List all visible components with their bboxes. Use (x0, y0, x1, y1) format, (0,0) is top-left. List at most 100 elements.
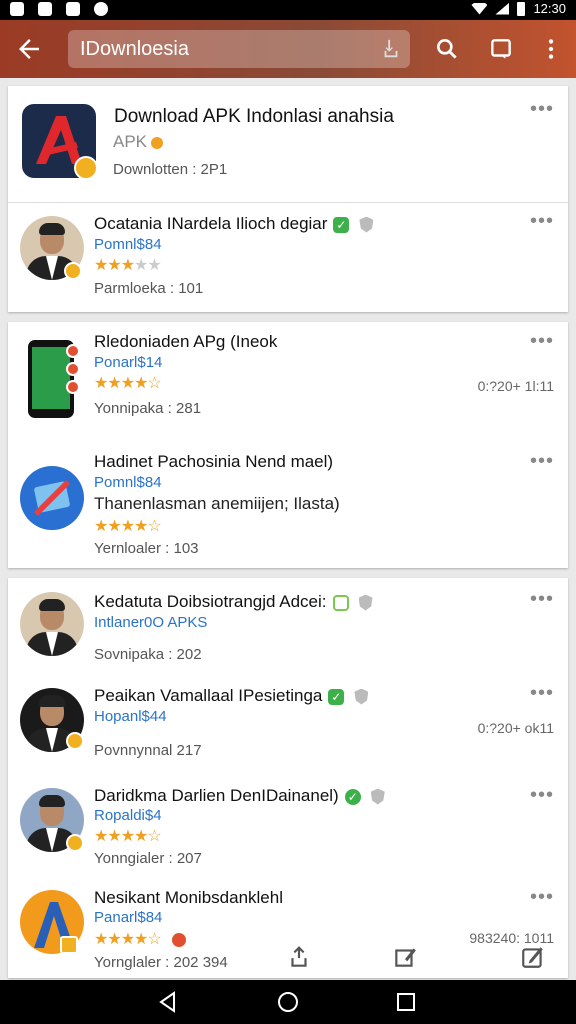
badge-icon (66, 732, 84, 750)
more-options-button[interactable]: ••• (530, 211, 554, 231)
coin-icon (172, 932, 187, 947)
nav-back-button[interactable] (156, 990, 180, 1014)
more-options-button[interactable]: ••• (530, 887, 554, 907)
back-button[interactable] (14, 34, 44, 64)
item-source: Panarl$84 (94, 909, 163, 926)
shield-icon (358, 594, 373, 611)
edit-icon (522, 947, 543, 968)
check-outline-icon (332, 594, 349, 611)
badge-icon (66, 834, 84, 852)
share-tap-icon[interactable] (380, 38, 402, 60)
item-time: 0:?20+ 1l:11 (477, 378, 554, 394)
item-meta: Yernloaler : 103 (94, 540, 199, 557)
square-icon (491, 39, 511, 59)
list-item[interactable]: Hadinet Pachosinia Nend mael) Pomnl$84 T… (8, 440, 568, 568)
status-bar: 12:30 (0, 0, 576, 20)
overflow-menu-button[interactable] (538, 36, 564, 62)
list-item[interactable]: Rledoniaden APg (Ineok Ponarl$14 ★★★★☆ 0… (8, 322, 568, 440)
item-source: Ponarl$14 (94, 354, 163, 371)
list-item[interactable]: Peaikan Vamallaal IPesietinga ✓ Hopanl$44… (8, 674, 568, 774)
rating-stars: ★★★★★ (94, 257, 162, 274)
item-title-text: Ocatania INardela Ilioch degiar (94, 214, 328, 233)
item-source: Pomnl$84 (94, 474, 162, 491)
list-item[interactable]: Nesikant Monibsdanklehl Panarl$84 ★★★★☆ … (8, 878, 568, 978)
notification-icons (10, 2, 108, 16)
verified-check-icon: ✓ (344, 788, 361, 805)
nav-home-button[interactable] (276, 990, 300, 1014)
wifi-icon (471, 2, 488, 15)
bookmark-button[interactable] (488, 36, 514, 62)
item-title-text: Peaikan Vamallaal IPesietinga (94, 686, 323, 705)
item-meta: Yonngialer : 207 (94, 850, 202, 867)
notification-icon (94, 2, 108, 16)
rating-stars: ★★★★☆ (94, 375, 162, 392)
avatar (20, 592, 84, 656)
shield-icon (354, 688, 369, 705)
featured-meta: Downlotten : 2P1 (113, 161, 228, 178)
app-logo-icon (22, 104, 98, 180)
edit-button[interactable] (392, 944, 418, 970)
item-source: Intlaner0O APKS (94, 614, 208, 631)
more-options-button[interactable]: ••• (530, 451, 554, 471)
more-options-button[interactable]: ••• (530, 99, 554, 119)
edit-icon (395, 948, 416, 967)
rating-stars: ★★★★☆ (94, 828, 162, 845)
notification-icon (10, 2, 24, 16)
item-title: Ocatania INardela Ilioch degiar ✓ (94, 214, 374, 234)
circle-home-icon (278, 992, 298, 1012)
search-query-text: IDownloesia (80, 38, 189, 60)
rating-stars: ★★★★☆ (94, 929, 187, 949)
nav-recents-button[interactable] (394, 990, 418, 1014)
battery-icon (517, 1, 526, 16)
item-title: Hadinet Pachosinia Nend mael) (94, 452, 334, 471)
notification-icon (66, 2, 80, 16)
search-input[interactable]: IDownloesia (68, 30, 410, 68)
item-title: Daridkma Darlien DenIDainanel) ✓ (94, 786, 385, 806)
item-title-text: Kedatuta Doibsiotrangjd Adcei: (94, 592, 327, 611)
apps-card: Rledoniaden APg (Ineok Ponarl$14 ★★★★☆ 0… (8, 322, 568, 568)
featured-card: Download APK Indonlasi anahsia APK Downl… (8, 86, 568, 312)
verified-badge-icon (74, 156, 98, 180)
clock: 12:30 (533, 1, 566, 16)
shield-icon (370, 788, 385, 805)
share-button[interactable] (286, 944, 312, 970)
badge-icon (66, 344, 80, 358)
triangle-back-icon (159, 991, 175, 1013)
item-meta: Yonnipaka : 281 (94, 400, 202, 417)
more-options-button[interactable]: ••• (530, 785, 554, 805)
item-source: Ropaldi$4 (94, 807, 162, 824)
list-item[interactable]: Daridkma Darlien DenIDainanel) ✓ Ropaldi$… (8, 776, 568, 876)
publishers-card: Kedatuta Doibsiotrangjd Adcei: Intlaner0… (8, 578, 568, 978)
coin-icon (151, 136, 164, 149)
more-options-button[interactable]: ••• (530, 331, 554, 351)
item-meta: Parmloeka : 101 (94, 280, 204, 297)
item-meta: Sovnipaka : 202 (94, 646, 202, 663)
badge-icon (64, 262, 82, 280)
square-recents-icon (397, 993, 415, 1011)
divider (8, 202, 568, 203)
app-bar: IDownloesia (0, 20, 576, 78)
item-title: Rledoniaden APg (Ineok (94, 332, 278, 351)
featured-subtitle-text: APK (113, 132, 148, 151)
shield-icon (359, 216, 374, 233)
item-title-text: Daridkma Darlien DenIDainanel) (94, 786, 339, 805)
more-options-button[interactable]: ••• (530, 683, 554, 703)
search-icon (437, 39, 457, 59)
item-meta: Yornglaler : 202 394 (94, 954, 228, 971)
signal-icon (495, 2, 510, 15)
more-options-button[interactable]: ••• (530, 589, 554, 609)
badge-icon (60, 936, 78, 954)
item-meta: Povnnynnal 217 (94, 742, 202, 759)
featured-title: Download APK Indonlasi anahsia (114, 106, 394, 127)
compose-button[interactable] (520, 944, 546, 970)
list-item[interactable]: Kedatuta Doibsiotrangjd Adcei: Intlaner0… (8, 578, 568, 672)
notification-icon (38, 2, 52, 16)
search-button[interactable] (434, 36, 460, 62)
badge-icon (66, 380, 80, 394)
badge-icon (66, 362, 80, 376)
more-vertical-icon (548, 39, 554, 59)
featured-app-row[interactable]: Download APK Indonlasi anahsia APK Downl… (8, 86, 568, 200)
item-source: Hopanl$44 (94, 708, 167, 725)
arrow-left-icon (19, 39, 39, 59)
list-item[interactable]: Ocatania INardela Ilioch degiar ✓ Pomnl$8… (8, 204, 568, 312)
